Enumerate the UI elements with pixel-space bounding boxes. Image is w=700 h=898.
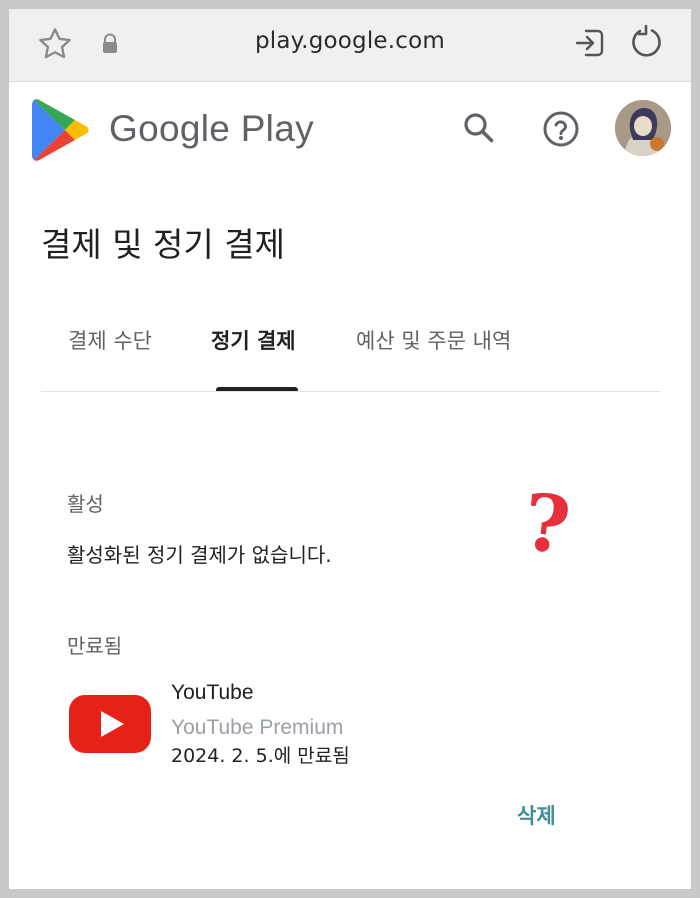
delete-button[interactable]: 삭제 bbox=[517, 800, 556, 830]
tab-budget-order-history[interactable]: 예산 및 주문 내역 bbox=[356, 319, 511, 361]
page-title: 결제 및 정기 결제 bbox=[41, 225, 285, 264]
tab-payment-methods[interactable]: 결제 수단 bbox=[68, 319, 152, 361]
tabs-divider bbox=[41, 391, 661, 392]
tab-subscriptions[interactable]: 정기 결제 bbox=[211, 319, 296, 361]
expired-section-label: 만료됨 bbox=[67, 634, 123, 658]
question-mark-annotation: ? bbox=[519, 476, 575, 573]
app-window: play.google.com Google Play 결제 및 정기 결제 결… bbox=[9, 9, 691, 889]
google-play-logo-icon[interactable] bbox=[31, 97, 93, 167]
search-icon[interactable] bbox=[461, 110, 497, 150]
youtube-icon bbox=[69, 695, 151, 757]
browser-address-bar: play.google.com bbox=[9, 9, 691, 82]
avatar[interactable] bbox=[615, 100, 671, 156]
empty-subscriptions-message: 활성화된 정기 결제가 없습니다. bbox=[67, 543, 332, 567]
brand-name[interactable]: Google Play bbox=[109, 108, 314, 150]
subscription-name: YouTube bbox=[171, 681, 254, 704]
reload-icon[interactable] bbox=[628, 23, 666, 65]
active-section-label: 활성 bbox=[67, 492, 104, 516]
help-icon[interactable] bbox=[542, 110, 580, 152]
tab-bar: 결제 수단 정기 결제 예산 및 주문 내역 bbox=[41, 319, 661, 393]
sign-in-icon[interactable] bbox=[572, 25, 608, 65]
subscription-plan: YouTube Premium bbox=[171, 716, 344, 739]
subscription-expiry-date: 2024. 2. 5.에 만료됨 bbox=[171, 745, 350, 767]
subscription-item[interactable]: YouTube YouTube Premium 2024. 2. 5.에 만료됨 bbox=[67, 679, 627, 779]
